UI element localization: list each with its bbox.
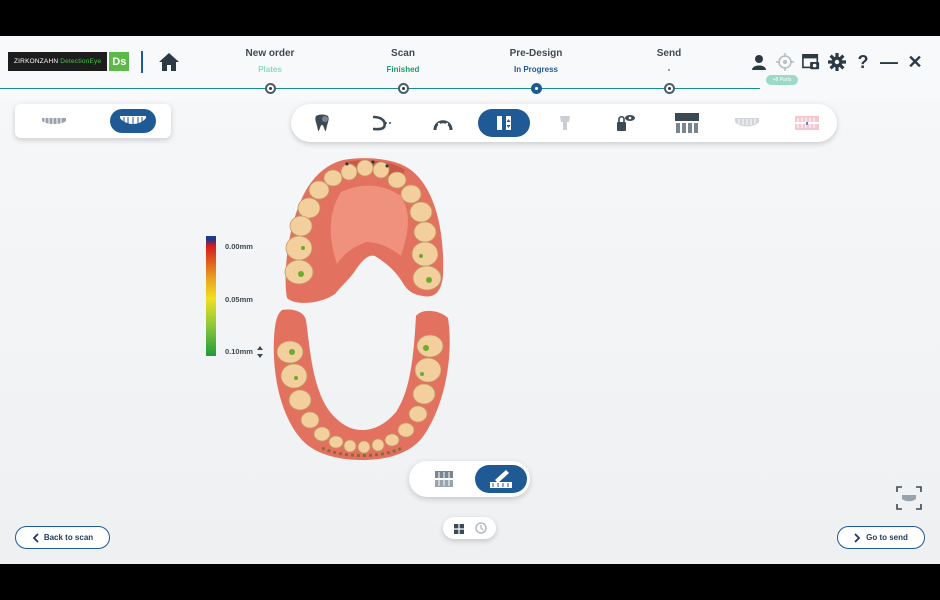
jaw-toggle [15,104,171,138]
step-title: Send [656,48,682,59]
tool-bite[interactable] [781,109,833,137]
step-send[interactable]: Send - [609,48,729,74]
back-to-scan-button[interactable]: Back to scan [15,526,110,549]
step-pre-design[interactable]: Pre-Design In Progress [476,48,596,74]
bite-icon [795,116,819,130]
split-arrows-icon [497,115,511,131]
gingiva-icon [735,118,759,127]
chevron-right-icon [854,532,861,543]
colorbar-label-top: 0.00mm [225,242,253,251]
tool-tooth[interactable] [296,109,348,137]
lock-eye-icon [617,115,635,131]
next-label: Go to send [866,533,908,542]
step-dot-pre-design[interactable] [531,83,542,94]
occlusion-view-button[interactable] [421,467,467,491]
step-dot-scan[interactable] [398,83,409,94]
occlusion-icon [435,471,453,487]
back-label: Back to scan [43,533,94,542]
arch-icon [433,120,453,131]
upper-jaw-icon [120,116,146,125]
minimize-icon[interactable]: — [880,52,898,72]
step-title: New order [245,48,295,59]
upper-jaw-button[interactable] [110,109,156,133]
step-status: Finished [386,65,420,74]
step-title: Scan [391,48,415,59]
history-icon[interactable] [474,521,488,535]
header-icons: ? — ✕ [750,52,924,72]
lower-jaw-icon [42,118,66,124]
window-camera-icon[interactable] [802,52,820,72]
user-icon[interactable] [750,52,768,72]
tool-teeth-set[interactable] [661,109,713,137]
close-icon[interactable]: ✕ [906,52,924,72]
curve-icon [372,115,392,131]
header-divider [141,51,143,73]
progress-line [0,88,760,89]
tool-lock-eye[interactable] [599,109,651,137]
logo-letter: Ds [109,52,130,71]
implant-icon [560,116,570,130]
brand-logo: ZIRKONZAHN DetectionEye Ds [8,52,130,71]
home-icon[interactable] [158,52,180,72]
top-bar: ZIRKONZAHN DetectionEye Ds New order Pla… [0,36,940,100]
step-dot-new-order[interactable] [265,83,276,94]
tool-arch[interactable] [417,109,469,137]
deviation-color-bar [206,236,216,356]
lower-arch-scan[interactable] [272,308,454,460]
grid-icon[interactable] [453,522,465,534]
brand-product: DetectionEye [60,58,102,65]
step-status: Plates [258,65,282,74]
tool-split[interactable] [478,109,530,137]
tooth-icon [315,114,329,131]
colorbar-label-bottom: 0.10mm [225,347,253,356]
chevron-left-icon [32,532,39,543]
colorbar-label-mid: 0.05mm [225,295,253,304]
step-status: - [667,65,671,74]
app-screen: ZIRKONZAHN DetectionEye Ds New order Pla… [0,36,940,564]
step-dot-send[interactable] [664,83,675,94]
teeth-set-icon [675,113,699,133]
tool-curve[interactable] [356,109,408,137]
upper-arch-scan[interactable] [283,156,448,306]
sculpt-view-button[interactable] [475,465,527,493]
go-to-send-button[interactable]: Go to send [837,526,925,549]
design-toolbar [291,104,837,142]
step-new-order[interactable]: New order Plates [210,48,330,74]
lower-jaw-button[interactable] [31,109,77,133]
tool-gingiva[interactable] [721,109,773,137]
grid-history-toggle [443,517,496,539]
threshold-stepper[interactable] [256,345,264,359]
step-title: Pre-Design [509,48,563,59]
screenshot-icon[interactable] [896,486,922,510]
step-status: In Progress [513,65,558,74]
gear-icon[interactable] [828,52,846,72]
tool-implant[interactable] [539,109,591,137]
view-toggle [409,461,530,497]
help-icon[interactable]: ? [854,52,872,72]
brand-name: ZIRKONZAHN [14,58,59,65]
status-badge: +8 Parts [766,75,798,85]
crosshair-icon[interactable] [776,52,794,72]
sculpt-icon [490,470,512,488]
step-scan[interactable]: Scan Finished [343,48,463,74]
